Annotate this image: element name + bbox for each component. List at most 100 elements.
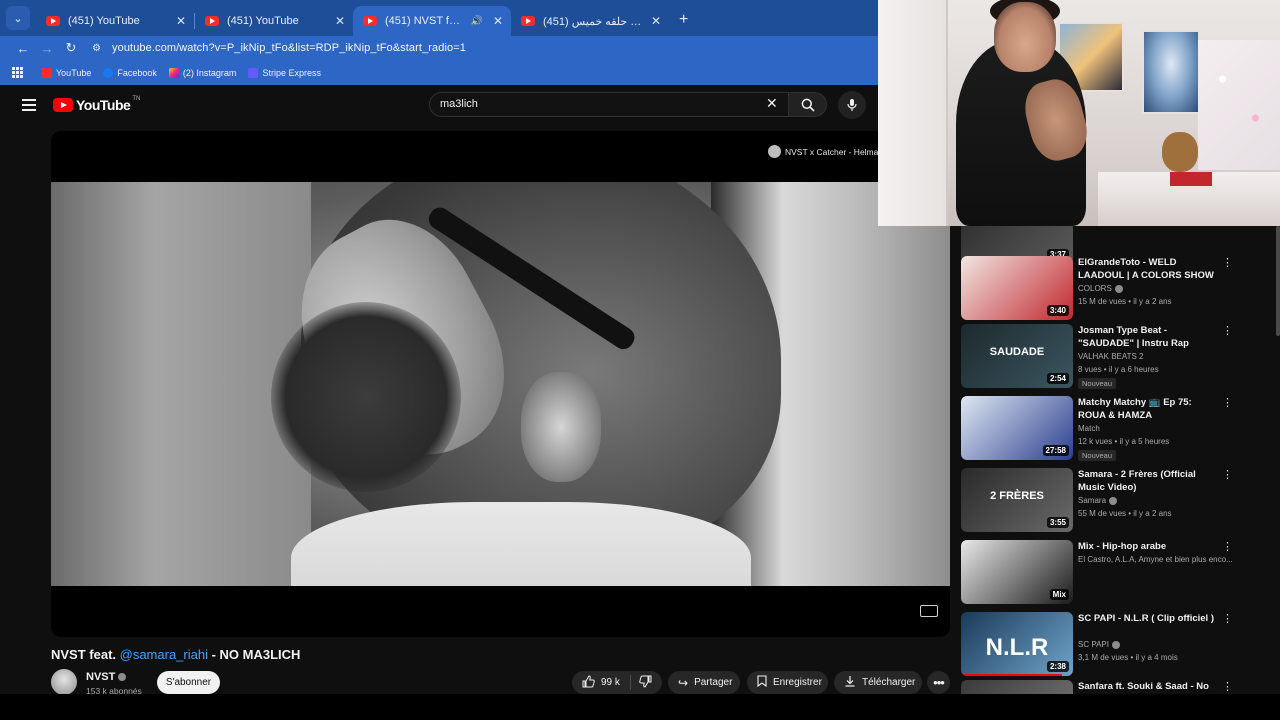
close-tab-icon[interactable]: ✕ (651, 14, 661, 28)
channel-watermark-icon[interactable] (920, 605, 938, 617)
channel-name-text: NVST (86, 671, 116, 683)
search-icon (801, 98, 815, 112)
duration-badge: 27:58 (1042, 445, 1069, 456)
recommendation-channel[interactable]: Samara (1078, 496, 1118, 505)
recommendation-meta: 8 vues • il y a 6 heures (1078, 365, 1159, 374)
recommendation-title[interactable]: Matchy Matchy 📺 Ep 75: ROUA & HAMZA (1078, 396, 1216, 422)
video-thumbnail[interactable]: 27:58 (961, 396, 1073, 460)
bookmark-stripe-express[interactable]: Stripe Express (248, 67, 321, 78)
download-button[interactable]: Télécharger (834, 671, 922, 694)
new-tab-icon[interactable]: + (679, 11, 688, 29)
voice-search-button[interactable] (838, 91, 866, 119)
close-tab-icon[interactable]: ✕ (493, 14, 503, 28)
recommendation-item[interactable]: Mix Mix - Hip-hop arabe El Castro, A.L.A, … (960, 540, 1280, 606)
browser-tab-3-active[interactable]: (451) NVST feat. @samara_ 🔊 ✕ (353, 6, 511, 36)
more-vertical-icon[interactable]: ⋮ (1222, 470, 1233, 481)
menu-icon[interactable] (22, 99, 36, 111)
browser-tab-2[interactable]: (451) YouTube ✕ (195, 6, 353, 36)
channel-name-text: VALHAK BEATS 2 (1078, 352, 1144, 361)
video-thumbnail[interactable]: 2 FRÈRES 3:55 (961, 468, 1073, 532)
recommendation-title[interactable]: Josman Type Beat - "SAUDADE" | Instru Ra… (1078, 324, 1216, 350)
share-button[interactable]: ↪ Partager (668, 671, 740, 694)
close-tab-icon[interactable]: ✕ (335, 14, 345, 28)
download-icon (844, 675, 856, 690)
like-button[interactable] (582, 674, 595, 691)
youtube-logo[interactable]: YouTube TN (53, 96, 140, 113)
search-input[interactable]: ma3lich (429, 92, 789, 117)
more-vertical-icon[interactable]: ⋮ (1222, 326, 1233, 337)
recommendation-item[interactable]: Sanfara ft. Souki & Saad - No ⋮ (960, 680, 1280, 694)
video-thumbnail[interactable]: Mix (961, 540, 1073, 604)
new-badge: Nouveau (1078, 378, 1117, 389)
forward-arrow-icon[interactable]: → (36, 41, 58, 56)
browser-tab-1[interactable]: (451) YouTube ✕ (36, 6, 194, 36)
bookmark-youtube[interactable]: YouTube (42, 67, 91, 78)
video-thumbnail[interactable]: N.L.R 2:38 (961, 612, 1073, 676)
bookmark-instagram[interactable]: (2) Instagram (168, 67, 236, 78)
recommendation-title[interactable]: Mix - Hip-hop arabe (1078, 540, 1216, 553)
recommendation-meta: 12 k vues • il y a 5 heures (1078, 437, 1170, 446)
dislike-button[interactable] (639, 675, 652, 691)
search-button[interactable] (789, 92, 827, 117)
channel-name-text: COLORS (1078, 284, 1112, 293)
subscribe-button[interactable]: S'abonner (157, 671, 220, 694)
close-tab-icon[interactable]: ✕ (176, 14, 186, 28)
recommendation-meta: 3,1 M de vues • il y a 4 mois (1078, 653, 1178, 662)
recommendation-channel[interactable]: El Castro, A.L.A, Amyne et bien plus enc… (1078, 555, 1233, 564)
recommendation-item[interactable]: 3:40 ElGrandeToto - WELD LAADOUL | A COLO… (960, 256, 1280, 322)
recommendation-title[interactable]: ElGrandeToto - WELD LAADOUL | A COLORS S… (1078, 256, 1216, 282)
youtube-play-logo-icon (53, 98, 73, 112)
recommendation-channel[interactable]: Match (1078, 424, 1100, 433)
more-vertical-icon[interactable]: ⋮ (1222, 542, 1233, 553)
more-actions-button[interactable]: ••• (927, 671, 950, 694)
bookmark-label: Stripe Express (262, 67, 321, 78)
title-mention-link[interactable]: @samara_riahi (120, 647, 208, 662)
video-thumbnail[interactable]: SAUDADE 2:54 (961, 324, 1073, 388)
recommendation-channel[interactable]: VALHAK BEATS 2 (1078, 352, 1144, 361)
youtube-header: YouTube TN ma3lich ✕ (0, 85, 880, 125)
site-info-icon[interactable]: ⚙ (92, 43, 106, 54)
tab-search-button[interactable]: ⌄ (6, 6, 30, 30)
video-player[interactable]: NVST x Catcher - Helma (M (51, 131, 950, 637)
recommendation-title[interactable]: Sanfara ft. Souki & Saad - No (1078, 680, 1216, 693)
sidebar-scrollbar[interactable] (1276, 226, 1280, 336)
duration-badge: 3:55 (1046, 517, 1069, 528)
recommendation-item[interactable]: 27:58 Matchy Matchy 📺 Ep 75: ROUA & HAMZA… (960, 396, 1280, 462)
more-vertical-icon[interactable]: ⋮ (1222, 398, 1233, 409)
recommendation-item[interactable]: N.L.R 2:38 SC PAPI - N.L.R ( Clip officiel… (960, 612, 1280, 678)
video-thumbnail[interactable]: 3:40 (961, 256, 1073, 320)
thumbs-down-icon (639, 675, 652, 688)
like-count[interactable]: 99 k (601, 677, 620, 688)
youtube-icon (42, 67, 52, 78)
bookmark-facebook[interactable]: Facebook (103, 67, 157, 78)
save-button[interactable]: Enregistrer (747, 671, 828, 694)
more-vertical-icon[interactable]: ⋮ (1222, 258, 1233, 269)
webcam-room (1198, 40, 1280, 170)
verified-icon (1111, 640, 1120, 649)
recommendation-title[interactable]: SC PAPI - N.L.R ( Clip officiel ) (1078, 612, 1216, 625)
share-icon: ↪ (678, 675, 689, 690)
apps-grid-icon[interactable] (12, 66, 24, 79)
recommendation-title[interactable]: Samara - 2 Frères (Official Music Video) (1078, 468, 1216, 494)
window-bottom-edge (0, 694, 1280, 720)
channel-avatar[interactable] (51, 669, 77, 695)
thumbnail-text: 2 FRÈRES (990, 490, 1044, 502)
clear-search-icon[interactable]: ✕ (766, 95, 778, 112)
more-vertical-icon[interactable]: ⋮ (1222, 682, 1233, 693)
reload-icon[interactable]: ↻ (60, 40, 82, 56)
url-field[interactable]: youtube.com/watch?v=P_ikNip_tFo&list=RDP… (112, 42, 466, 54)
channel-name[interactable]: NVST (86, 671, 127, 683)
video-thumbnail[interactable] (961, 680, 1073, 694)
recommendation-item[interactable]: 2 FRÈRES 3:55 Samara - 2 Frères (Official … (960, 468, 1280, 534)
recommendation-channel[interactable]: SC PAPI (1078, 640, 1120, 649)
browser-tab-4[interactable]: (451) عندي منقلك حلقه خميس ✕ (511, 6, 669, 36)
stripe-icon (248, 67, 259, 78)
endscreen-video-card[interactable]: NVST x Catcher - Helma (M (768, 145, 891, 158)
more-vertical-icon[interactable]: ⋮ (1222, 614, 1233, 625)
video-title: NVST feat. @samara_riahi - NO MA3LICH (51, 647, 300, 662)
back-arrow-icon[interactable]: ← (12, 41, 34, 56)
recommendation-channel[interactable]: COLORS (1078, 284, 1123, 293)
speaker-icon[interactable]: 🔊 (470, 16, 482, 27)
youtube-favicon-icon (363, 16, 377, 26)
recommendation-item[interactable]: SAUDADE 2:54 Josman Type Beat - "SAUDADE" … (960, 324, 1280, 390)
